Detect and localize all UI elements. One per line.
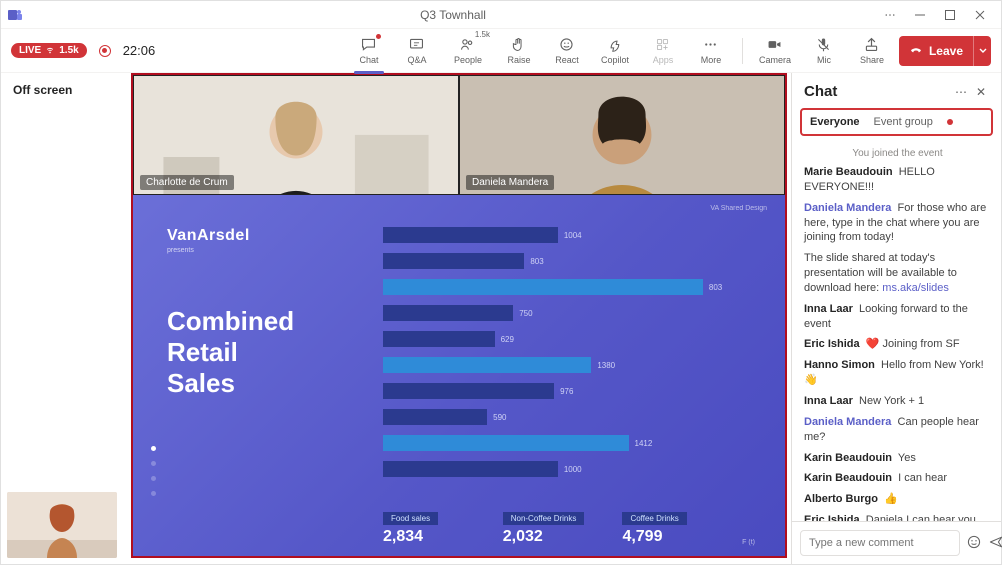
video-name: Charlotte de Crum	[140, 175, 234, 190]
self-video-tile[interactable]	[7, 492, 117, 558]
toolbar-camera[interactable]: Camera	[753, 31, 797, 71]
viewer-count: 1.5k	[59, 45, 78, 56]
window-minimize-icon[interactable]	[905, 1, 935, 29]
leave-caret-icon[interactable]	[973, 36, 991, 66]
chat-message: Daniela Mandera Can people hear me?	[804, 415, 991, 445]
chat-tab-everyone[interactable]: Everyone	[810, 116, 860, 128]
chat-compose	[792, 521, 1001, 564]
recording-icon	[99, 45, 111, 57]
chat-title: Chat	[804, 83, 951, 100]
main-area: Off screen Charlotte de Crum Daniela Man…	[1, 73, 1001, 564]
video-name: Daniela Mandera	[466, 175, 554, 190]
chat-notification-dot	[376, 34, 381, 39]
toolbar-chat[interactable]: Chat	[348, 31, 390, 71]
chat-header: Chat ⋯ ✕	[792, 73, 1001, 106]
chat-message: Alberto Burgo 👍	[804, 492, 991, 507]
emoji-icon[interactable]	[966, 534, 982, 553]
chat-input[interactable]	[800, 530, 960, 556]
toolbar-mic[interactable]: Mic	[803, 31, 845, 71]
chat-message: Inna Laar Looking forward to the event	[804, 302, 991, 332]
shared-slide: VA Shared Design VanArsdel presents Comb…	[133, 195, 785, 556]
toolbar-copilot[interactable]: Copilot	[594, 31, 636, 71]
chat-tabs-highlight: Everyone Event group	[800, 108, 993, 136]
slide-footer: Food sales2,834 Non-Coffee Drinks2,032 C…	[383, 510, 755, 546]
toolbar-separator	[742, 38, 743, 64]
shared-stage: Charlotte de Crum Daniela Mandera VA Sha…	[131, 73, 787, 558]
live-badge: LIVE 1.5k	[11, 43, 87, 58]
live-label: LIVE	[19, 45, 41, 56]
toolbar-people[interactable]: 1.5k People	[444, 31, 492, 71]
presenter-video-row: Charlotte de Crum Daniela Mandera	[133, 75, 785, 195]
slide-topright: VA Shared Design	[710, 205, 767, 212]
toolbar-qa[interactable]: Q&A	[396, 31, 438, 71]
chat-message: Eric Ishida ❤️ Joining from SF	[804, 337, 991, 352]
toolbar-share[interactable]: Share	[851, 31, 893, 71]
send-icon[interactable]	[988, 534, 1002, 553]
call-timer: 22:06	[123, 43, 156, 58]
slide-pager-dots[interactable]	[151, 446, 156, 496]
chat-panel: Chat ⋯ ✕ Everyone Event group You joined…	[791, 73, 1001, 564]
window-close-icon[interactable]	[965, 1, 995, 29]
offscreen-label: Off screen	[13, 83, 131, 97]
chat-message: Hanno Simon Hello from New York! 👋	[804, 358, 991, 388]
toolbar-more[interactable]: More	[690, 31, 732, 71]
chat-message: Karin Beaudouin Yes	[804, 451, 991, 466]
toolbar-raise-hand[interactable]: Raise	[498, 31, 540, 71]
window-title: Q3 Townhall	[31, 8, 875, 22]
chat-more-icon[interactable]: ⋯	[951, 85, 971, 99]
video-tile[interactable]: Daniela Mandera	[459, 75, 785, 195]
chat-message: Daniela Mandera For those who are here, …	[804, 201, 991, 246]
titlebar: Q3 Townhall	[1, 1, 1001, 29]
window-maximize-icon[interactable]	[935, 1, 965, 29]
chat-close-icon[interactable]: ✕	[971, 85, 991, 99]
chat-tab-eventgroup[interactable]: Event group	[874, 116, 933, 128]
chat-message: Karin Beaudouin I can hear	[804, 471, 991, 486]
left-column: Off screen	[1, 73, 131, 564]
chat-system: You joined the event	[804, 148, 991, 159]
toolbar-react[interactable]: React	[546, 31, 588, 71]
slide-chart: 1004 803 803 750 629 1380 976 590 1412 1…	[383, 225, 755, 500]
leave-button[interactable]: Leave	[899, 36, 991, 66]
video-tile[interactable]: Charlotte de Crum	[133, 75, 459, 195]
window-more-icon[interactable]	[875, 1, 905, 29]
chat-message: Marie Beaudouin HELLO EVERYONE!!!	[804, 165, 991, 195]
meeting-toolbar: LIVE 1.5k 22:06 Chat Q&A 1.5k People Rai…	[1, 29, 1001, 73]
chat-messages[interactable]: You joined the event Marie Beaudouin HEL…	[792, 144, 1001, 521]
teams-app-icon	[7, 7, 23, 23]
chat-message: Eric Ishida Daniela I can hear you	[804, 513, 991, 521]
chat-tab-dot	[947, 119, 953, 125]
chat-message: The slide shared at today's presentation…	[804, 251, 991, 296]
toolbar-apps[interactable]: Apps	[642, 31, 684, 71]
stage-wrap: Charlotte de Crum Daniela Mandera VA Sha…	[131, 73, 791, 564]
people-count: 1.5k	[475, 30, 490, 39]
chat-message: Inna Laar New York + 1	[804, 394, 991, 409]
leave-label: Leave	[929, 44, 963, 58]
slide-footnote: F (t)	[742, 539, 755, 546]
